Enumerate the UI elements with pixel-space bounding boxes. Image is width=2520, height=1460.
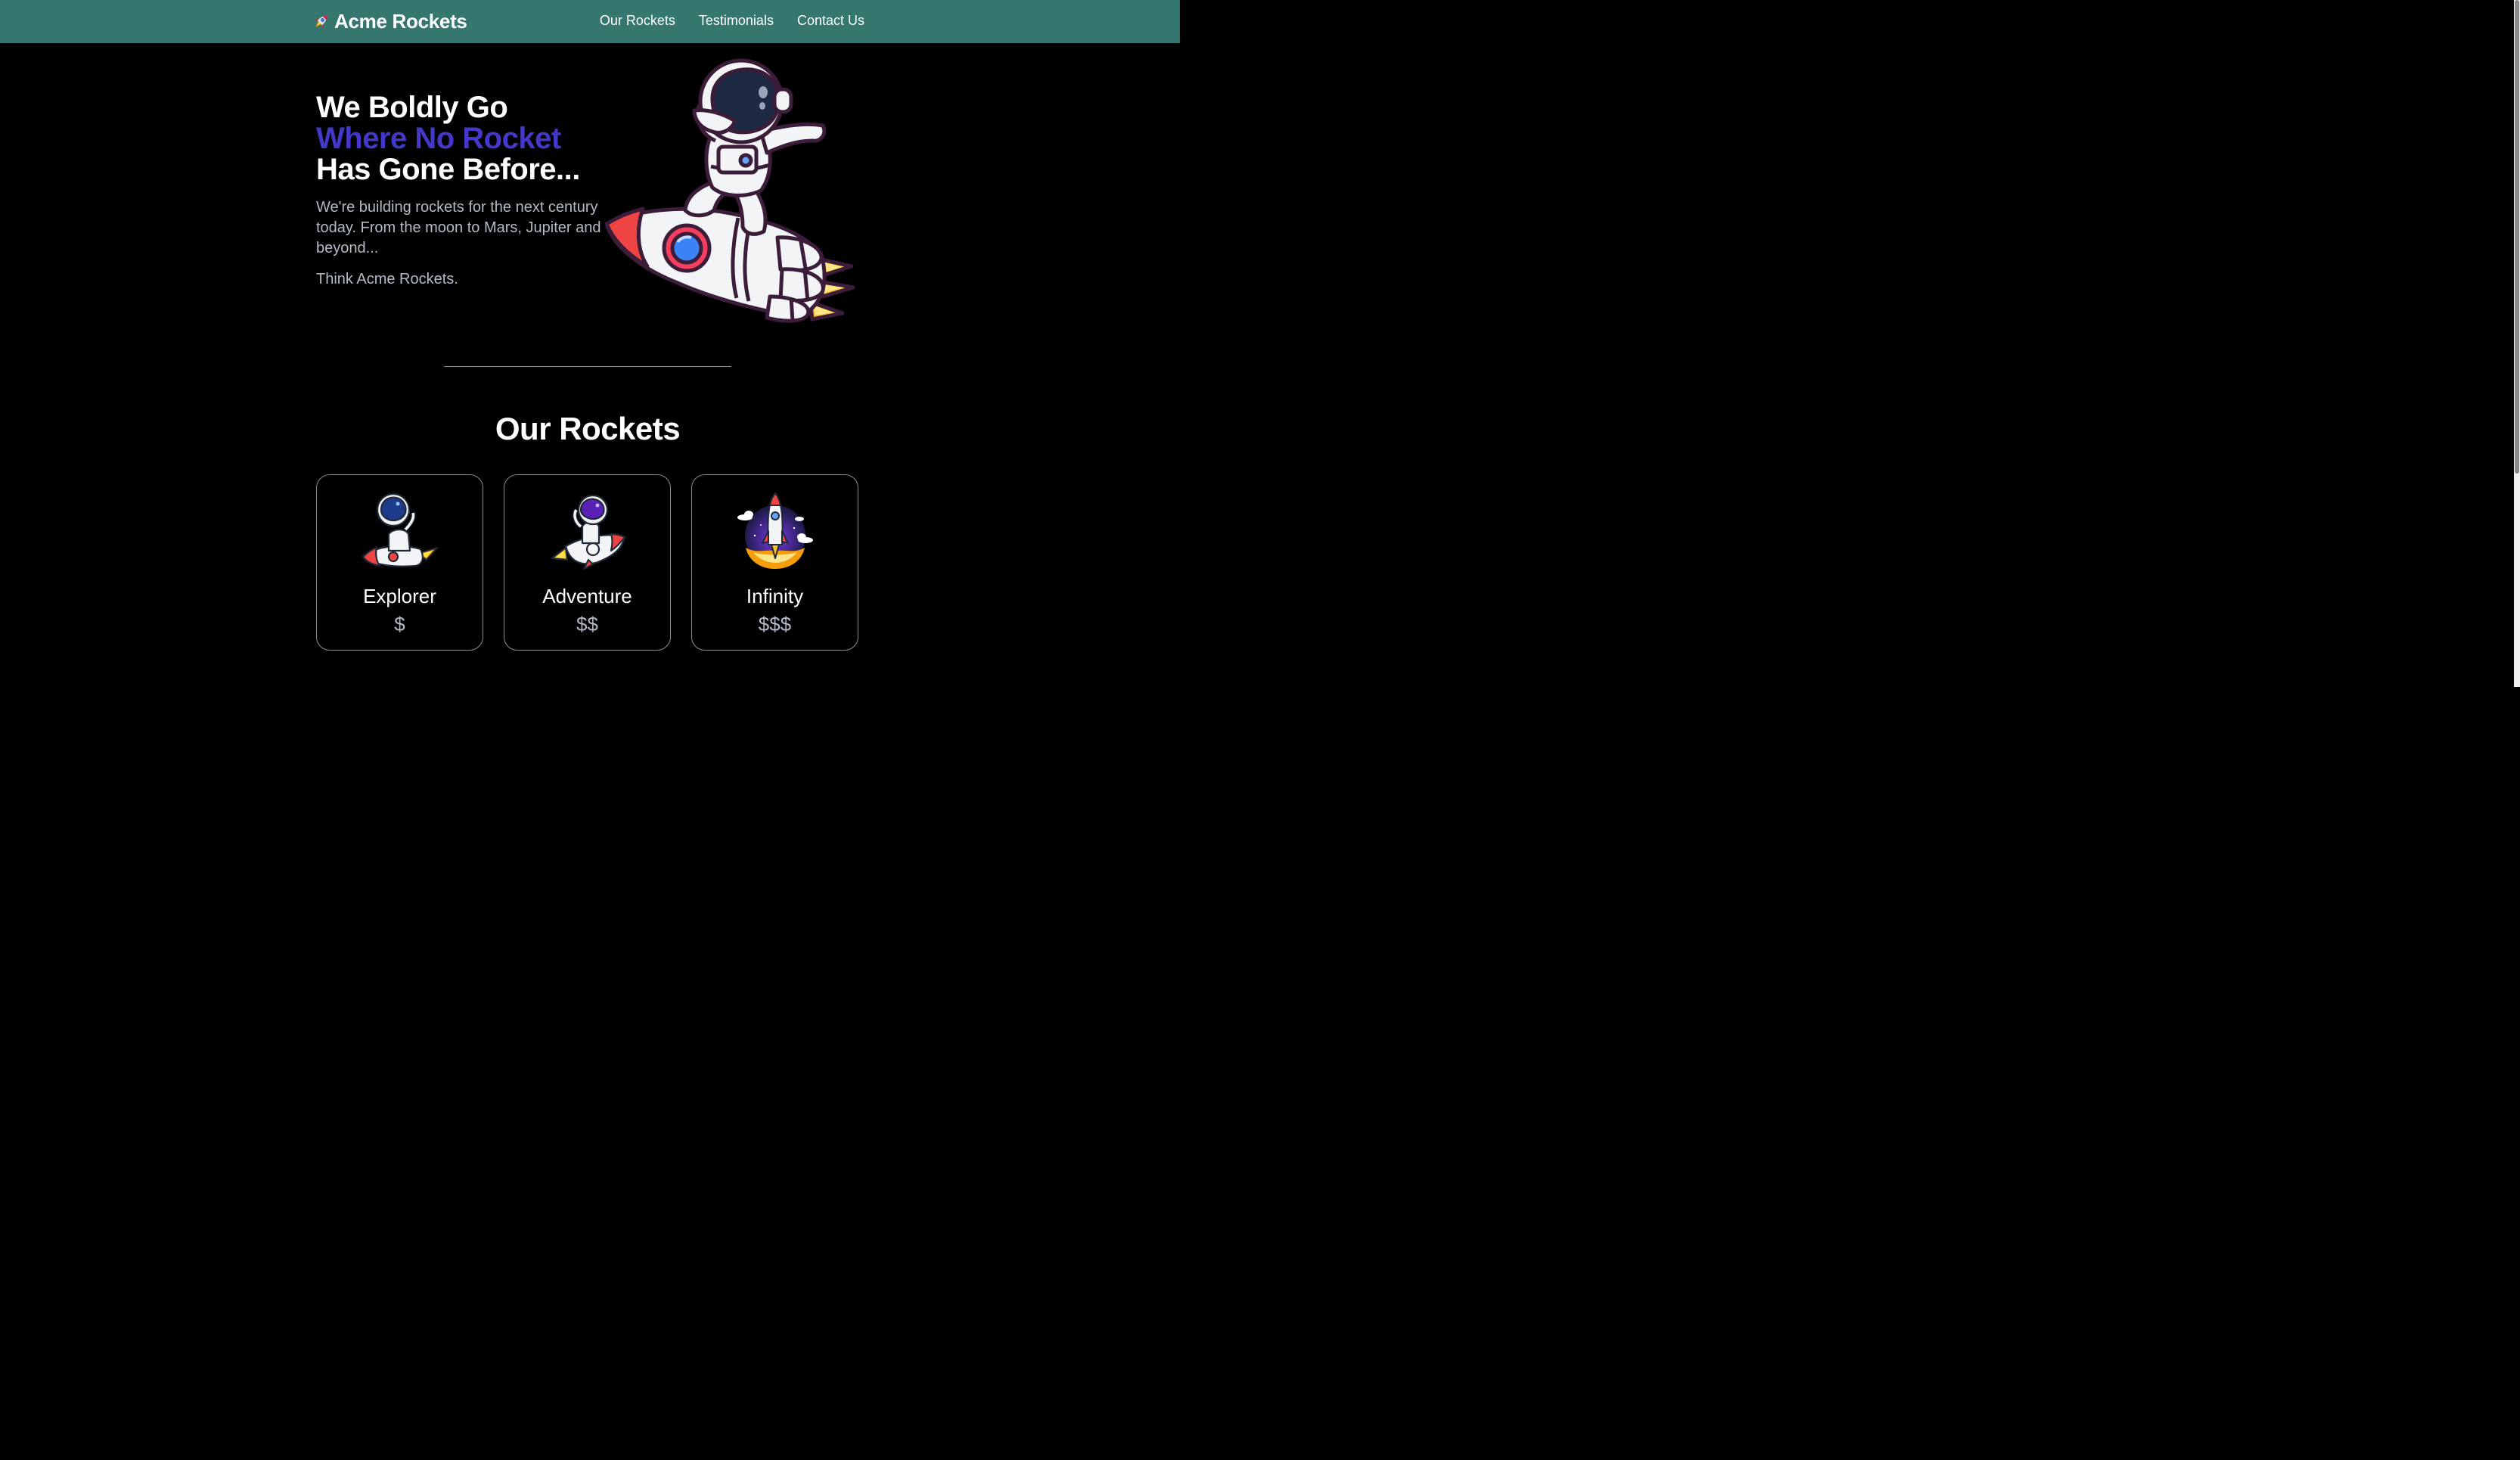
rocket-card-price: $$$ xyxy=(758,613,792,635)
section-title-our-rockets: Our Rockets xyxy=(495,411,681,446)
hero-title-line3: Has Gone Before... xyxy=(316,153,580,186)
hero-subtitle: We're building rockets for the next cent… xyxy=(316,199,601,256)
rocket-launch-icon xyxy=(737,492,813,569)
brand-name: Acme Rockets xyxy=(334,10,467,33)
rocket-emoji-icon xyxy=(314,14,327,28)
navbar: Acme Rockets Our Rockets Testimonials Co… xyxy=(0,0,1180,43)
rocket-card-infinity[interactable]: Infinity $$$ xyxy=(691,474,858,651)
nav-links: Our Rockets Testimonials Contact Us xyxy=(600,13,864,29)
nav-link-contact-us[interactable]: Contact Us xyxy=(797,13,864,29)
rocket-card-name: Explorer xyxy=(363,585,436,607)
astronaut-on-red-rocket-icon xyxy=(362,492,438,567)
rocket-card-name: Infinity xyxy=(746,585,804,607)
rocket-card-adventure[interactable]: Adventure $$ xyxy=(504,474,671,651)
rocket-card-price: $$ xyxy=(576,613,598,635)
astronaut-waving-on-rocket-icon xyxy=(551,494,625,570)
nav-link-testimonials[interactable]: Testimonials xyxy=(699,13,774,29)
hero-title-line1: We Boldly Go xyxy=(316,91,508,124)
section-divider xyxy=(444,366,731,367)
rocket-card-price: $ xyxy=(394,613,405,635)
scrollbar-thumb[interactable] xyxy=(2515,0,2519,474)
brand-link[interactable]: Acme Rockets xyxy=(310,10,467,33)
hero-text: We Boldly Go Where No Rocket Has Gone Be… xyxy=(316,92,604,290)
astronaut-riding-rocket-icon xyxy=(604,58,855,323)
rocket-card-explorer[interactable]: Explorer $ xyxy=(316,474,483,651)
rocket-cards: Explorer $ Adventure $$ Infinity $$$ xyxy=(316,474,858,651)
page-scrollbar[interactable] xyxy=(2514,0,2520,687)
hero-tagline: Think Acme Rockets. xyxy=(316,271,458,287)
hero-title-accent: Where No Rocket xyxy=(316,122,561,155)
hero-title: We Boldly Go Where No Rocket Has Gone Be… xyxy=(316,92,604,185)
nav-link-our-rockets[interactable]: Our Rockets xyxy=(600,13,675,29)
rocket-card-name: Adventure xyxy=(542,585,632,607)
